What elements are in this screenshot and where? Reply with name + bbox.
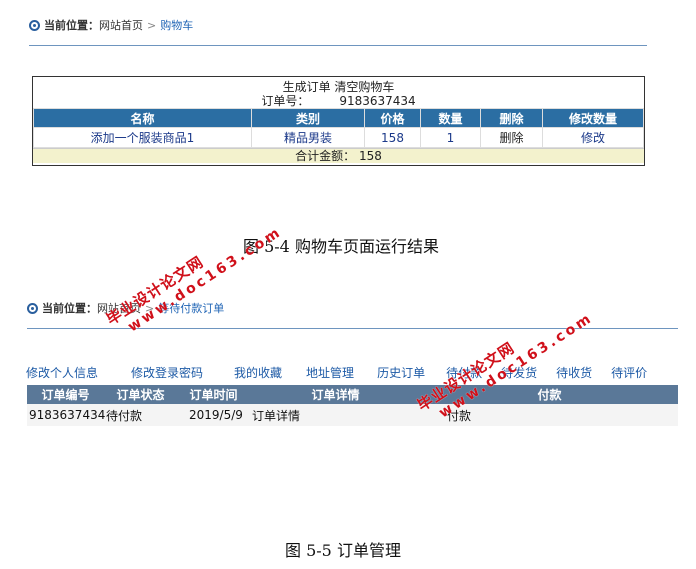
- breadcrumb-label: 当前位置：: [42, 302, 97, 315]
- delete-link[interactable]: 删除: [480, 127, 543, 148]
- product-price: 158: [364, 127, 421, 148]
- breadcrumb-cart: 当前位置： 网站首页 > 购物车: [29, 17, 193, 33]
- orders-table: 订单编号 订单状态 订单时间 订单详情 付款 9183637434 待付款 20…: [27, 385, 678, 426]
- tab-history-orders[interactable]: 历史订单: [377, 364, 425, 381]
- cart-panel: 生成订单 清空购物车 订单号： 9183637434 名称 类别 价格 数量 删除…: [32, 76, 645, 166]
- cart-actions: 生成订单 清空购物车: [33, 77, 644, 94]
- cart-table: 名称 类别 价格 数量 删除 修改数量 添加一个服装商品1 精品男装 158 1…: [33, 108, 644, 148]
- table-row: 9183637434 待付款 2019/5/9 订单详情 付款: [27, 404, 678, 426]
- breadcrumb-separator: >: [147, 18, 157, 32]
- col-header: 订单时间: [177, 385, 250, 404]
- location-icon: [29, 19, 40, 31]
- location-icon: [27, 302, 38, 314]
- breadcrumb-current[interactable]: 购物车: [160, 17, 193, 33]
- breadcrumb-label: 当前位置：: [44, 19, 99, 32]
- order-number-value: 9183637434: [339, 94, 416, 108]
- col-header: 修改数量: [542, 108, 644, 128]
- tab-address[interactable]: 地址管理: [306, 364, 354, 381]
- generate-order-link[interactable]: 生成订单: [283, 80, 331, 94]
- order-time-cell: 2019/5/9: [177, 404, 250, 426]
- product-qty: 1: [420, 127, 481, 148]
- tab-favorites[interactable]: 我的收藏: [234, 364, 282, 381]
- user-center-tabs: 修改个人信息 修改登录密码 我的收藏 地址管理 历史订单 待付款 待发货 待收货…: [26, 364, 676, 381]
- clear-cart-link[interactable]: 清空购物车: [334, 80, 394, 94]
- order-status-cell: 待付款: [104, 404, 177, 426]
- product-name[interactable]: 添加一个服装商品1: [33, 127, 252, 148]
- col-header: 删除: [480, 108, 543, 128]
- tab-change-password[interactable]: 修改登录密码: [131, 364, 203, 381]
- tab-pending-receipt[interactable]: 待收货: [556, 364, 592, 381]
- col-header: 订单详情: [250, 385, 421, 404]
- col-header: 名称: [33, 108, 252, 128]
- col-header: 价格: [364, 108, 421, 128]
- divider: [29, 45, 647, 46]
- product-category: 精品男装: [251, 127, 365, 148]
- order-number: 订单号： 9183637434: [33, 94, 644, 108]
- modify-link[interactable]: 修改: [542, 127, 644, 148]
- col-header: 数量: [420, 108, 481, 128]
- order-number-label: 订单号：: [261, 94, 310, 108]
- breadcrumb-home-link[interactable]: 网站首页: [99, 17, 143, 33]
- watermark-url: www.doc163.com: [125, 223, 286, 336]
- watermark-1: 毕业设计论文网 www.doc163.com: [102, 206, 285, 343]
- cart-table-header: 名称 类别 价格 数量 删除 修改数量: [33, 108, 644, 128]
- cart-total: 合计金额： 158: [33, 148, 644, 163]
- table-row: 添加一个服装商品1 精品男装 158 1 删除 修改: [33, 127, 644, 148]
- orders-table-header: 订单编号 订单状态 订单时间 订单详情 付款: [27, 385, 678, 404]
- order-number-cell: 9183637434: [27, 404, 105, 426]
- col-header: 类别: [251, 108, 365, 128]
- col-header: 订单状态: [104, 385, 177, 404]
- order-detail-link[interactable]: 订单详情: [250, 404, 421, 426]
- tab-edit-profile[interactable]: 修改个人信息: [26, 364, 98, 381]
- total-value: 158: [358, 149, 382, 163]
- tab-pending-review[interactable]: 待评价: [611, 364, 647, 381]
- col-header: 订单编号: [27, 385, 104, 404]
- figure-caption-2: 图 5-5 订单管理: [285, 541, 401, 560]
- total-label: 合计金额：: [295, 149, 356, 163]
